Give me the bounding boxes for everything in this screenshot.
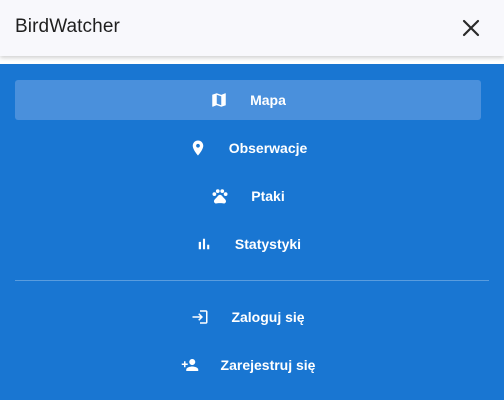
menu-item-label: Zarejestruj się bbox=[220, 357, 316, 373]
menu-item-label: Zaloguj się bbox=[231, 309, 305, 325]
login-icon bbox=[191, 308, 209, 326]
paw-icon bbox=[211, 187, 229, 205]
menu-item-register[interactable]: Zarejestruj się bbox=[15, 345, 481, 385]
menu-item-label: Statystyki bbox=[234, 236, 302, 252]
menu-divider bbox=[15, 280, 489, 281]
menu-item-statystyki[interactable]: Statystyki bbox=[15, 224, 481, 264]
location-pin-icon bbox=[189, 139, 207, 157]
menu-item-login[interactable]: Zaloguj się bbox=[15, 297, 481, 337]
person-add-icon bbox=[181, 356, 199, 374]
header-divider-strip bbox=[0, 56, 504, 64]
top-bar: BirdWatcher bbox=[0, 0, 504, 56]
bar-chart-icon bbox=[195, 235, 213, 253]
menu-item-mapa[interactable]: Mapa bbox=[15, 80, 481, 120]
map-icon bbox=[210, 91, 228, 109]
menu-item-obserwacje[interactable]: Obserwacje bbox=[15, 128, 481, 168]
app-title: BirdWatcher bbox=[15, 16, 120, 37]
menu-item-label: Obserwacje bbox=[228, 140, 308, 156]
menu-item-ptaki[interactable]: Ptaki bbox=[15, 176, 481, 216]
close-icon bbox=[462, 19, 480, 37]
close-button[interactable] bbox=[458, 15, 484, 41]
menu-item-label: Mapa bbox=[250, 92, 286, 108]
menu-item-label: Ptaki bbox=[251, 188, 285, 204]
mobile-nav-menu: BirdWatcher Mapa Obserwacje Ptaki Statys… bbox=[0, 0, 504, 400]
